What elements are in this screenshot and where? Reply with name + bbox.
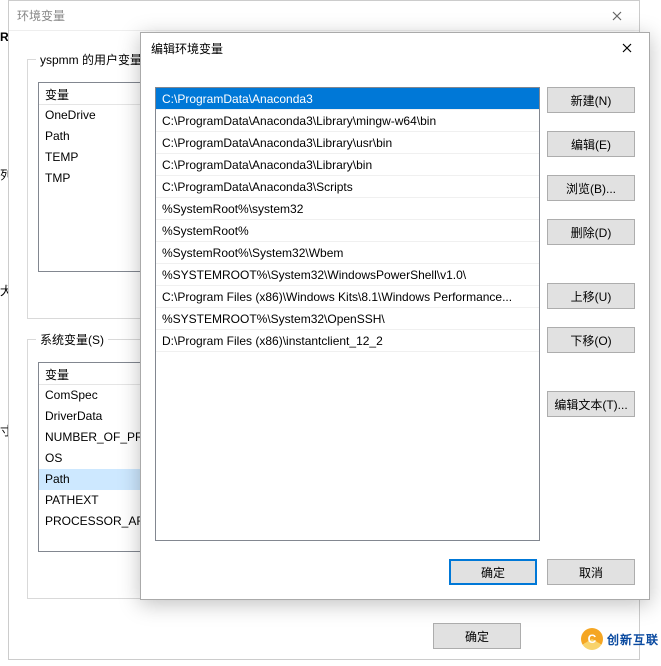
back-window-title: 环境变量	[17, 7, 65, 24]
edit-button[interactable]: 编辑(E)	[547, 131, 635, 157]
back-titlebar: 环境变量	[9, 1, 639, 31]
front-footer: 确定 取消	[449, 559, 635, 585]
path-entry[interactable]: %SystemRoot%\system32	[156, 198, 539, 220]
browse-button[interactable]: 浏览(B)...	[547, 175, 635, 201]
move-down-button[interactable]: 下移(O)	[547, 327, 635, 353]
path-entry[interactable]: C:\ProgramData\Anaconda3\Library\usr\bin	[156, 132, 539, 154]
new-button[interactable]: 新建(N)	[547, 87, 635, 113]
front-cancel-button[interactable]: 取消	[547, 559, 635, 585]
watermark-logo-icon: C	[581, 628, 603, 650]
path-entry[interactable]: C:\Program Files (x86)\Windows Kits\8.1\…	[156, 286, 539, 308]
path-entry[interactable]: %SYSTEMROOT%\System32\WindowsPowerShell\…	[156, 264, 539, 286]
col-variable: 变量	[39, 83, 149, 104]
back-ok-button[interactable]: 确定	[433, 623, 521, 649]
system-vars-legend: 系统变量(S)	[36, 331, 108, 348]
back-ok-label: 确定	[465, 628, 489, 645]
edit-text-button[interactable]: 编辑文本(T)...	[547, 391, 635, 417]
path-entry[interactable]: C:\ProgramData\Anaconda3\Scripts	[156, 176, 539, 198]
close-icon	[622, 43, 632, 53]
path-entry[interactable]: %SystemRoot%\System32\Wbem	[156, 242, 539, 264]
front-ok-button[interactable]: 确定	[449, 559, 537, 585]
delete-button[interactable]: 删除(D)	[547, 219, 635, 245]
path-entry[interactable]: D:\Program Files (x86)\instantclient_12_…	[156, 330, 539, 352]
back-close-button[interactable]	[594, 1, 639, 31]
path-entry[interactable]: C:\ProgramData\Anaconda3	[156, 88, 539, 110]
user-vars-legend: yspmm 的用户变量	[36, 51, 146, 68]
path-entry[interactable]: C:\ProgramData\Anaconda3\Library\mingw-w…	[156, 110, 539, 132]
watermark: C 创新互联	[581, 628, 659, 650]
path-entry[interactable]: %SYSTEMROOT%\System32\OpenSSH\	[156, 308, 539, 330]
path-entry[interactable]: %SystemRoot%	[156, 220, 539, 242]
move-up-button[interactable]: 上移(U)	[547, 283, 635, 309]
close-icon	[612, 11, 622, 21]
front-window-title: 编辑环境变量	[151, 40, 223, 57]
side-buttons: 新建(N) 编辑(E) 浏览(B)... 删除(D) 上移(U) 下移(O) 编…	[547, 87, 635, 435]
left-edge-fragment: R 列 犬 寸	[0, 0, 8, 660]
path-entries-list[interactable]: C:\ProgramData\Anaconda3C:\ProgramData\A…	[155, 87, 540, 541]
col-variable: 变量	[39, 363, 149, 384]
edit-env-var-window: 编辑环境变量 C:\ProgramData\Anaconda3C:\Progra…	[140, 32, 650, 600]
front-close-button[interactable]	[604, 33, 649, 63]
watermark-text: 创新互联	[607, 631, 659, 648]
path-entry[interactable]: C:\ProgramData\Anaconda3\Library\bin	[156, 154, 539, 176]
front-titlebar[interactable]: 编辑环境变量	[141, 33, 649, 63]
